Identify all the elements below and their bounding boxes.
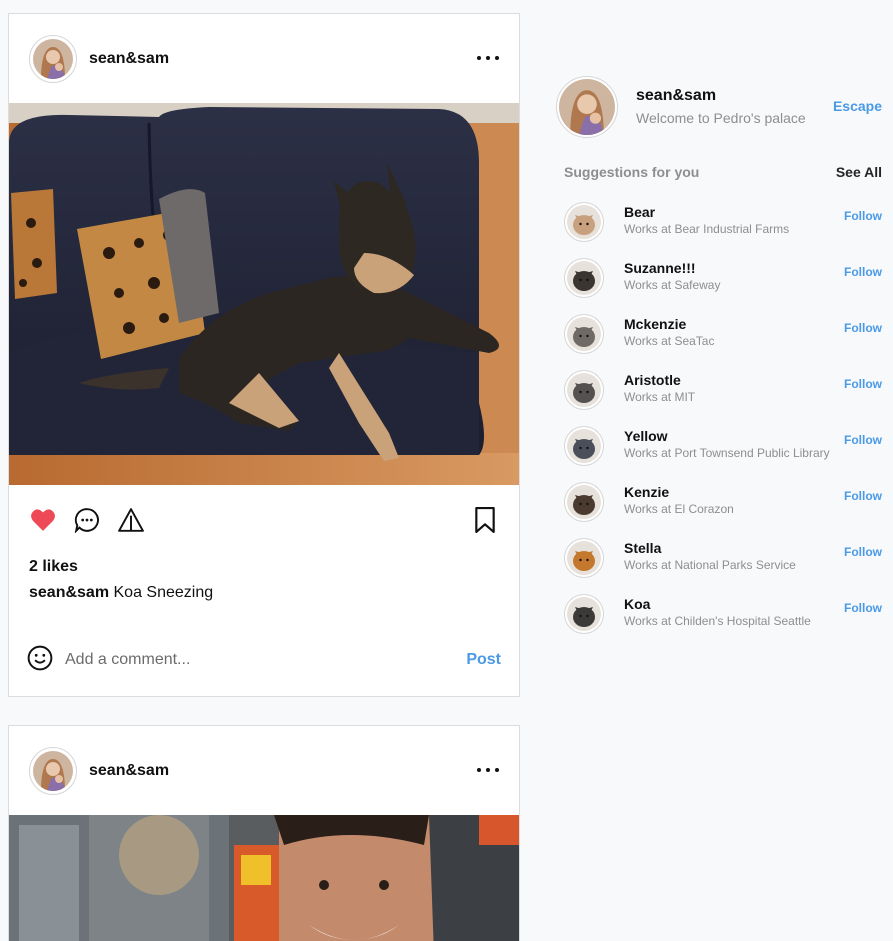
post-header: sean&sam	[9, 14, 519, 103]
suggestion-item: Suzanne!!! Works at Safeway Follow	[564, 250, 882, 306]
suggestion-info: Yellow Works at Port Townsend Public Libr…	[624, 427, 830, 461]
avatar-photo	[567, 373, 601, 407]
suggestion-subtitle: Works at El Corazon	[624, 501, 734, 516]
suggestions-list: Bear Works at Bear Industrial Farms Follow…	[556, 194, 882, 642]
heart-icon[interactable]	[29, 506, 57, 534]
see-all-button[interactable]: See All	[836, 164, 882, 180]
bookmark-icon[interactable]	[471, 506, 499, 534]
post-actions	[9, 485, 519, 555]
post-caption: sean&sam Koa Sneezing	[9, 579, 519, 607]
sidebar: sean&sam Welcome to Pedro's palace Escap…	[556, 76, 882, 642]
suggestion-subtitle: Works at National Parks Service	[624, 557, 796, 572]
avatar-photo	[33, 750, 73, 791]
post-comment-button[interactable]: Post	[466, 651, 501, 669]
avatar-photo	[567, 541, 601, 575]
post-photo[interactable]	[9, 103, 519, 485]
suggestion-info: Aristotle Works at MIT	[624, 371, 695, 405]
avatar-photo	[567, 317, 601, 351]
more-options-button[interactable]	[477, 48, 499, 68]
avatar-photo	[567, 205, 601, 239]
suggestion-avatar[interactable]	[564, 482, 604, 522]
suggestion-info: Koa Works at Childen's Hospital Seattle	[624, 595, 811, 629]
suggestion-name[interactable]: Yellow	[624, 427, 830, 445]
suggestion-avatar[interactable]	[564, 426, 604, 466]
smiley-icon[interactable]	[27, 645, 53, 676]
avatar-photo	[567, 429, 601, 463]
suggestion-avatar[interactable]	[564, 202, 604, 242]
suggestion-info: Kenzie Works at El Corazon	[624, 483, 734, 517]
comment-bar: Post	[9, 624, 519, 696]
more-options-button[interactable]	[477, 760, 499, 780]
more-icon	[477, 56, 481, 60]
follow-button[interactable]: Follow	[844, 433, 882, 447]
suggestion-info: Bear Works at Bear Industrial Farms	[624, 203, 789, 237]
post-avatar[interactable]	[29, 746, 77, 795]
suggestion-name[interactable]: Aristotle	[624, 371, 695, 389]
escape-button[interactable]: Escape	[833, 98, 882, 114]
current-username[interactable]: sean&sam	[636, 86, 806, 106]
avatar-photo	[567, 261, 601, 295]
caption-text: Koa Sneezing	[109, 584, 214, 601]
avatar-photo	[33, 38, 73, 79]
suggestion-name[interactable]: Stella	[624, 539, 796, 557]
suggestion-info: Suzanne!!! Works at Safeway	[624, 259, 720, 293]
suggestions-header: Suggestions for you See All	[556, 160, 882, 184]
current-user-info: sean&sam Welcome to Pedro's palace	[636, 86, 806, 129]
suggestion-name[interactable]: Bear	[624, 203, 789, 221]
post-header: sean&sam	[9, 726, 519, 815]
suggestion-subtitle: Works at Port Townsend Public Library	[624, 445, 830, 460]
avatar-photo	[567, 597, 601, 631]
suggestion-subtitle: Works at Childen's Hospital Seattle	[624, 613, 811, 628]
suggestion-item: Koa Works at Childen's Hospital Seattle Fo…	[564, 586, 882, 642]
suggestion-item: Aristotle Works at MIT Follow	[564, 362, 882, 418]
post-username[interactable]: sean&sam	[89, 762, 169, 780]
caption-username[interactable]: sean&sam	[29, 584, 109, 601]
post-username[interactable]: sean&sam	[89, 50, 169, 68]
comment-input[interactable]	[65, 651, 467, 669]
suggestion-subtitle: Works at Bear Industrial Farms	[624, 221, 790, 236]
avatar-photo	[559, 79, 615, 135]
more-icon	[477, 768, 481, 772]
current-user: sean&sam Welcome to Pedro's palace Escap…	[556, 76, 882, 138]
suggestion-name[interactable]: Mckenzie	[624, 315, 714, 333]
suggestion-name[interactable]: Suzanne!!!	[624, 259, 720, 277]
suggestion-item: Yellow Works at Port Townsend Public Libr…	[564, 418, 882, 474]
suggestion-avatar[interactable]	[564, 594, 604, 634]
suggestion-subtitle: Works at SeaTac	[624, 333, 715, 348]
suggestion-name[interactable]: Koa	[624, 595, 811, 613]
feed-post: sean&sam	[8, 725, 520, 941]
suggestion-avatar[interactable]	[564, 370, 604, 410]
suggestion-avatar[interactable]	[564, 314, 604, 354]
suggestion-avatar[interactable]	[564, 538, 604, 578]
current-user-subtitle: Welcome to Pedro's palace	[636, 109, 806, 126]
follow-button[interactable]: Follow	[844, 601, 882, 615]
suggestion-info: Stella Works at National Parks Service	[624, 539, 796, 573]
suggestion-item: Stella Works at National Parks Service Fol…	[564, 530, 882, 586]
post-photo[interactable]	[9, 815, 519, 941]
likes-count[interactable]: 2 likes	[9, 555, 519, 579]
suggestion-info: Mckenzie Works at SeaTac	[624, 315, 714, 349]
follow-button[interactable]: Follow	[844, 489, 882, 503]
follow-button[interactable]: Follow	[844, 321, 882, 335]
suggestion-subtitle: Works at MIT	[624, 389, 696, 404]
suggestion-item: Kenzie Works at El Corazon Follow	[564, 474, 882, 530]
follow-button[interactable]: Follow	[844, 209, 882, 223]
suggestion-item: Bear Works at Bear Industrial Farms Follow	[564, 194, 882, 250]
avatar-photo	[567, 485, 601, 519]
post-avatar[interactable]	[29, 34, 77, 83]
suggestions-title: Suggestions for you	[564, 164, 700, 180]
current-user-avatar[interactable]	[556, 76, 618, 138]
suggestion-name[interactable]: Kenzie	[624, 483, 734, 501]
follow-button[interactable]: Follow	[844, 377, 882, 391]
follow-button[interactable]: Follow	[844, 265, 882, 279]
share-icon[interactable]	[117, 506, 145, 534]
comment-icon[interactable]	[73, 506, 101, 534]
suggestion-subtitle: Works at Safeway	[624, 277, 721, 292]
feed-post: sean&sam	[8, 13, 520, 697]
suggestion-avatar[interactable]	[564, 258, 604, 298]
follow-button[interactable]: Follow	[844, 545, 882, 559]
suggestion-item: Mckenzie Works at SeaTac Follow	[564, 306, 882, 362]
